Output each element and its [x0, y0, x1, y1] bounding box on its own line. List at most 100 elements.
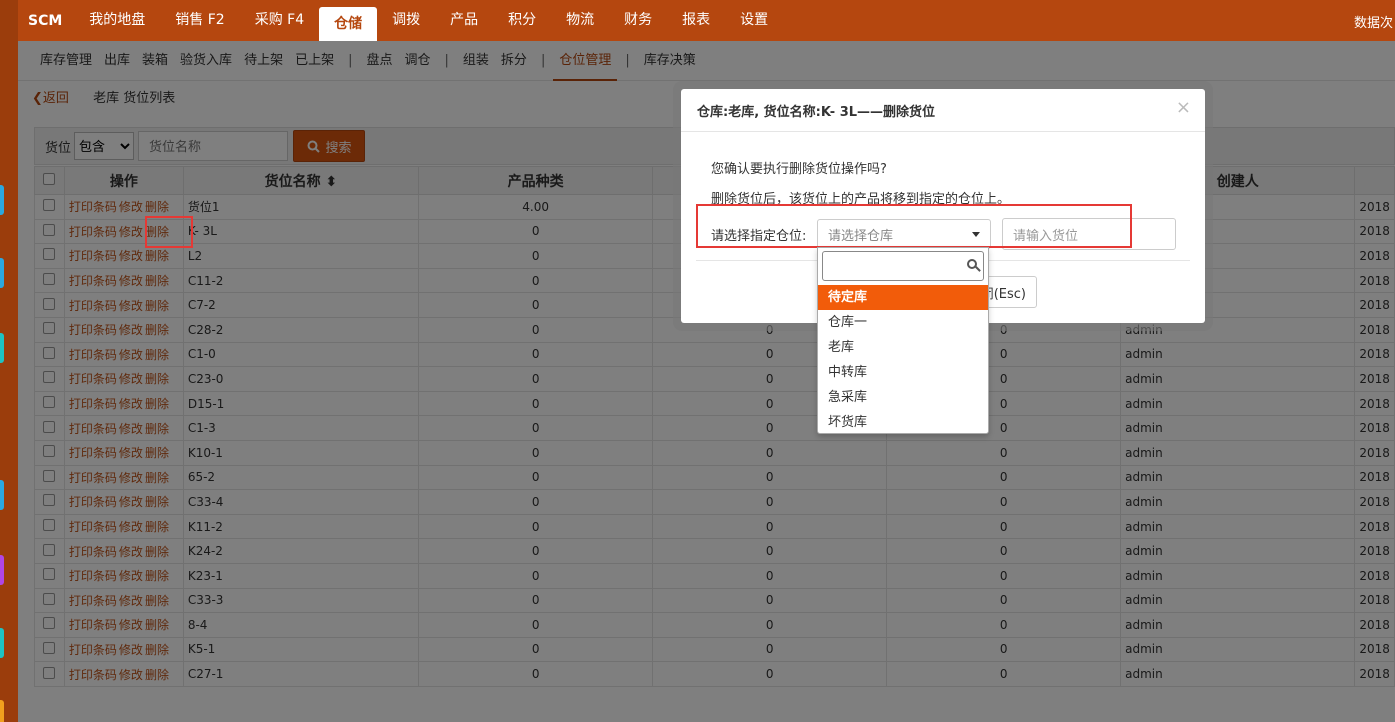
nav-item-my-space[interactable]: 我的地盘 [74, 0, 160, 41]
subnav-split[interactable]: 拆分 [495, 41, 533, 81]
side-tab[interactable] [0, 555, 4, 585]
delete-link[interactable]: 删除 [145, 520, 169, 534]
match-select[interactable]: 包含 [74, 132, 135, 160]
subnav-pending-shelf[interactable]: 待上架 [238, 41, 289, 81]
print-barcode-link[interactable]: 打印条码 [69, 299, 117, 313]
delete-link[interactable]: 删除 [145, 348, 169, 362]
edit-link[interactable]: 修改 [119, 446, 143, 460]
dropdown-option[interactable]: 仓库一 [818, 310, 988, 335]
print-barcode-link[interactable]: 打印条码 [69, 668, 117, 682]
delete-link[interactable]: 删除 [145, 299, 169, 313]
row-checkbox[interactable] [34, 316, 65, 343]
print-barcode-link[interactable]: 打印条码 [69, 446, 117, 460]
delete-link[interactable]: 删除 [145, 397, 169, 411]
dropdown-option[interactable]: 坏货库 [818, 410, 988, 435]
print-barcode-link[interactable]: 打印条码 [69, 274, 117, 288]
dropdown-option[interactable]: 待定库 [818, 285, 988, 310]
subnav-inspection[interactable]: 验货入库 [174, 41, 238, 81]
delete-link[interactable]: 删除 [145, 569, 169, 583]
delete-link[interactable]: 删除 [145, 274, 169, 288]
delete-link[interactable]: 删除 [145, 471, 169, 485]
delete-link[interactable]: 删除 [145, 200, 169, 214]
edit-link[interactable]: 修改 [119, 594, 143, 608]
delete-link[interactable]: 删除 [145, 618, 169, 632]
edit-link[interactable]: 修改 [119, 569, 143, 583]
edit-link[interactable]: 修改 [119, 643, 143, 657]
checkbox[interactable] [43, 420, 56, 433]
edit-link[interactable]: 修改 [119, 545, 143, 559]
print-barcode-link[interactable]: 打印条码 [69, 471, 117, 485]
edit-link[interactable]: 修改 [119, 618, 143, 632]
checkbox[interactable] [43, 445, 56, 458]
nav-item-settings[interactable]: 设置 [725, 0, 783, 41]
checkbox[interactable] [43, 469, 56, 482]
print-barcode-link[interactable]: 打印条码 [69, 422, 117, 436]
print-barcode-link[interactable]: 打印条码 [69, 594, 117, 608]
checkbox[interactable] [43, 396, 56, 409]
delete-link[interactable]: 删除 [145, 422, 169, 436]
col-header-slot-name[interactable]: 货位名称 ⬍ [182, 166, 420, 195]
checkbox[interactable] [43, 346, 56, 359]
row-checkbox[interactable] [34, 538, 65, 564]
checkbox[interactable] [43, 199, 56, 212]
subnav-stocktake[interactable]: 盘点 [360, 41, 398, 81]
edit-link[interactable]: 修改 [119, 274, 143, 288]
side-tab[interactable] [0, 258, 4, 288]
print-barcode-link[interactable]: 打印条码 [69, 323, 117, 337]
delete-link[interactable]: 删除 [145, 372, 169, 386]
checkbox[interactable] [43, 592, 56, 605]
side-tab[interactable] [0, 333, 4, 363]
row-checkbox[interactable] [34, 636, 65, 663]
row-checkbox[interactable] [34, 612, 65, 638]
print-barcode-link[interactable]: 打印条码 [69, 520, 117, 534]
nav-item-product[interactable]: 产品 [435, 0, 493, 41]
edit-link[interactable]: 修改 [119, 200, 143, 214]
checkbox[interactable] [43, 371, 56, 384]
nav-item-points[interactable]: 积分 [493, 0, 551, 41]
edit-link[interactable]: 修改 [119, 348, 143, 362]
nav-item-reports[interactable]: 报表 [667, 0, 725, 41]
row-checkbox[interactable] [34, 439, 65, 466]
row-checkbox[interactable] [34, 562, 65, 589]
select-all-checkbox[interactable] [34, 166, 65, 195]
edit-link[interactable]: 修改 [119, 668, 143, 682]
checkbox[interactable] [43, 543, 56, 556]
row-checkbox[interactable] [34, 661, 65, 687]
back-link[interactable]: ❮返回 [32, 91, 69, 106]
nav-item-finance[interactable]: 财务 [609, 0, 667, 41]
subnav-outbound[interactable]: 出库 [98, 41, 136, 81]
checkbox[interactable] [43, 519, 56, 532]
nav-item-sales[interactable]: 销售 F2 [160, 0, 239, 41]
dropdown-option[interactable]: 中转库 [818, 360, 988, 385]
print-barcode-link[interactable]: 打印条码 [69, 348, 117, 362]
side-tab[interactable] [0, 628, 4, 658]
subnav-slot-management[interactable]: 仓位管理 [553, 41, 618, 81]
print-barcode-link[interactable]: 打印条码 [69, 372, 117, 386]
delete-link[interactable]: 删除 [145, 495, 169, 509]
print-barcode-link[interactable]: 打印条码 [69, 200, 117, 214]
checkbox[interactable] [43, 568, 56, 581]
subnav-relocate[interactable]: 调仓 [399, 41, 437, 81]
dropdown-option[interactable]: 急采库 [818, 385, 988, 410]
delete-link[interactable]: 删除 [145, 594, 169, 608]
subnav-packing[interactable]: 装箱 [136, 41, 174, 81]
row-checkbox[interactable] [34, 194, 65, 220]
row-checkbox[interactable] [34, 464, 65, 491]
nav-right-text[interactable]: 数据次 [1354, 12, 1393, 31]
edit-link[interactable]: 修改 [119, 397, 143, 411]
edit-link[interactable]: 修改 [119, 249, 143, 263]
dropdown-option[interactable]: 老库 [818, 335, 988, 360]
subnav-inventory-decision[interactable]: 库存决策 [638, 41, 702, 81]
subnav-assemble[interactable]: 组装 [457, 41, 495, 81]
edit-link[interactable]: 修改 [119, 299, 143, 313]
print-barcode-link[interactable]: 打印条码 [69, 495, 117, 509]
checkbox[interactable] [43, 641, 56, 654]
edit-link[interactable]: 修改 [119, 323, 143, 337]
checkbox[interactable] [43, 172, 56, 185]
search-button[interactable]: 搜索 [293, 130, 366, 162]
nav-item-purchase[interactable]: 采购 F4 [240, 0, 319, 41]
row-checkbox[interactable] [34, 415, 65, 441]
row-checkbox[interactable] [34, 243, 65, 269]
row-checkbox[interactable] [34, 366, 65, 392]
print-barcode-link[interactable]: 打印条码 [69, 618, 117, 632]
